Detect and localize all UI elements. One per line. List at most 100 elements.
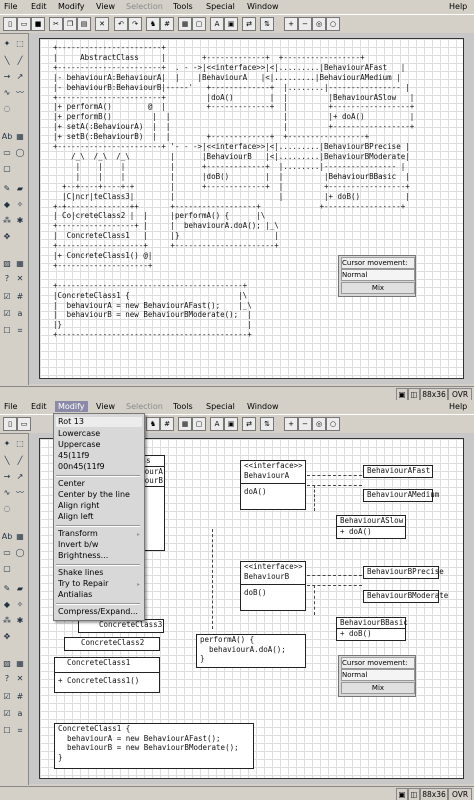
delete-icon[interactable]: ✕ [95, 17, 109, 31]
image-icon[interactable]: ▨ [1, 658, 13, 670]
menu-tools[interactable]: Tools [173, 2, 193, 11]
unknown-icon[interactable]: ? [1, 273, 13, 285]
open-icon[interactable]: ▭ [17, 17, 31, 31]
rect-icon[interactable]: ▭ [1, 147, 13, 159]
frame-icon[interactable]: ▢ [1, 563, 13, 575]
move-icon[interactable]: ✥ [1, 631, 13, 643]
fill-icon[interactable]: ▦ [178, 17, 192, 31]
polyline-icon[interactable]: ╱ [14, 455, 26, 467]
checkbox2-icon[interactable]: ☑ [1, 308, 13, 320]
brush-icon[interactable]: ✎ [1, 183, 13, 195]
freehand-icon[interactable]: 〰 [14, 487, 26, 499]
ellipse-icon[interactable]: ◯ [14, 147, 26, 159]
menu-item-align-right[interactable]: Align right [56, 501, 142, 511]
undo-icon[interactable]: ↶ [114, 17, 128, 31]
menu-item-lowercase[interactable]: Lowercase [56, 429, 142, 439]
concrete-class-1-box[interactable]: ConcreteClass1 + ConcreteClass1() [54, 657, 160, 693]
polyline-icon[interactable]: ╱ [14, 55, 26, 67]
menu-edit[interactable]: Edit [31, 2, 47, 11]
hash-icon[interactable]: # [14, 691, 26, 703]
ellipse-icon[interactable]: ◯ [14, 547, 26, 559]
menu-view[interactable]: View [96, 402, 115, 411]
menu-item-rot13[interactable]: Rot 13 [56, 417, 142, 427]
zoom-in-icon[interactable]: + [284, 17, 298, 31]
spray-icon[interactable]: ⁂ [1, 215, 13, 227]
freehand-icon[interactable]: 〰 [14, 87, 26, 99]
unknown-icon[interactable]: ? [1, 673, 13, 685]
spray-icon[interactable]: ⁂ [1, 615, 13, 627]
grid-icon[interactable]: # [160, 17, 174, 31]
cursor-movement-select[interactable]: Normal [341, 669, 415, 681]
menu-tools[interactable]: Tools [173, 402, 193, 411]
select-frame-icon[interactable]: ▣ [224, 17, 238, 31]
new-icon[interactable]: ▯ [3, 17, 17, 31]
behaviour-a-slow-box[interactable]: BehaviourASlow + doA() [336, 515, 406, 539]
menu-item-shake-lines[interactable]: Shake lines [56, 568, 142, 578]
concrete-class-2-box[interactable]: ConcreteClass2 [64, 637, 160, 651]
menu-window[interactable]: Window [247, 2, 279, 11]
menu-item-center[interactable]: Center [56, 479, 142, 489]
fill-icon[interactable]: ▦ [178, 417, 192, 431]
menu-item-center-by-line[interactable]: Center by the line [56, 490, 142, 500]
hash-icon[interactable]: # [14, 291, 26, 303]
menu-view[interactable]: View [96, 2, 115, 11]
zoom-in-icon[interactable]: + [284, 417, 298, 431]
checkbox2-icon[interactable]: ☑ [1, 708, 13, 720]
table-icon[interactable]: ▦ [14, 131, 26, 143]
menu-item-align-left[interactable]: Align left [56, 512, 142, 522]
pointer-icon[interactable]: ✦ [1, 438, 13, 450]
rect-icon[interactable]: ▭ [1, 547, 13, 559]
frame-icon[interactable]: ▢ [1, 163, 13, 175]
menu-item-compress-expand[interactable]: Compress/Expand... [56, 607, 142, 617]
pointer-icon[interactable]: ✦ [1, 38, 13, 50]
ascii-a-icon[interactable]: a [14, 308, 26, 320]
menu-modify-open[interactable]: Modify [55, 401, 88, 412]
cut-icon[interactable]: ✂ [49, 17, 63, 31]
line-icon[interactable]: ╲ [1, 455, 13, 467]
new-icon[interactable]: ▯ [3, 417, 17, 431]
menu-help[interactable]: Help [449, 2, 467, 11]
zoom-fit-icon[interactable]: ◎ [312, 417, 326, 431]
text-frame-icon[interactable]: A [210, 17, 224, 31]
redo-icon[interactable]: ↷ [128, 17, 142, 31]
open-icon[interactable]: ▭ [17, 417, 31, 431]
arrow-icon[interactable]: → [1, 71, 13, 83]
menu-special[interactable]: Special [206, 2, 235, 11]
lasso-icon[interactable]: ◌ [1, 503, 13, 515]
grid-toggle-icon[interactable]: ▦ [14, 658, 26, 670]
cursor-movement-select[interactable]: Normal [341, 269, 415, 281]
copy-icon[interactable]: ❐ [63, 17, 77, 31]
behaviour-b-basic-box[interactable]: BehaviourBBasic + doB() [336, 617, 408, 641]
cross-icon[interactable]: ✕ [14, 673, 26, 685]
menu-modify[interactable]: Modify [58, 2, 85, 11]
select-icon[interactable]: ⬚ [14, 438, 26, 450]
fill-bucket-icon[interactable]: ◆ [1, 599, 13, 611]
pick-color-icon[interactable]: ✧ [14, 599, 26, 611]
menu-item-00n45[interactable]: 00n45(11f9 [56, 462, 142, 472]
grid-toggle-icon[interactable]: ▦ [14, 258, 26, 270]
menu-help[interactable]: Help [449, 402, 467, 411]
line-icon[interactable]: ╲ [1, 55, 13, 67]
flip-icon[interactable]: ⇄ [242, 17, 256, 31]
outline-icon[interactable]: ▢ [192, 417, 206, 431]
menu-file[interactable]: File [4, 402, 17, 411]
arrow-icon[interactable]: → [1, 471, 13, 483]
zoom-out-icon[interactable]: − [298, 417, 312, 431]
table-icon[interactable]: ▦ [14, 531, 26, 543]
curve-icon[interactable]: ∿ [1, 87, 13, 99]
text-icon[interactable]: Ab [1, 131, 13, 143]
zoom-fit-icon[interactable]: ◎ [312, 17, 326, 31]
pick-color-icon[interactable]: ✧ [14, 199, 26, 211]
eraser-icon[interactable]: ▰ [14, 583, 26, 595]
select-frame-icon[interactable]: ▣ [224, 417, 238, 431]
checkbox-icon[interactable]: ☑ [1, 291, 13, 303]
crop-icon[interactable]: ⌗ [14, 325, 26, 337]
note-constructor[interactable]: ConcreteClass1 { behaviourA = new Behavi… [54, 723, 254, 769]
menu-item-45[interactable]: 45(11f9 [56, 451, 142, 461]
zoom-out-icon[interactable]: − [298, 17, 312, 31]
menu-item-try-to-repair[interactable]: Try to Repair [56, 579, 142, 589]
camel-icon[interactable]: ♞ [146, 417, 160, 431]
flip-vertical-icon[interactable]: ⇅ [260, 17, 274, 31]
behaviour-b-moderate-box[interactable]: BehaviourBModerate [363, 590, 448, 603]
crop-icon[interactable]: ⌗ [14, 725, 26, 737]
